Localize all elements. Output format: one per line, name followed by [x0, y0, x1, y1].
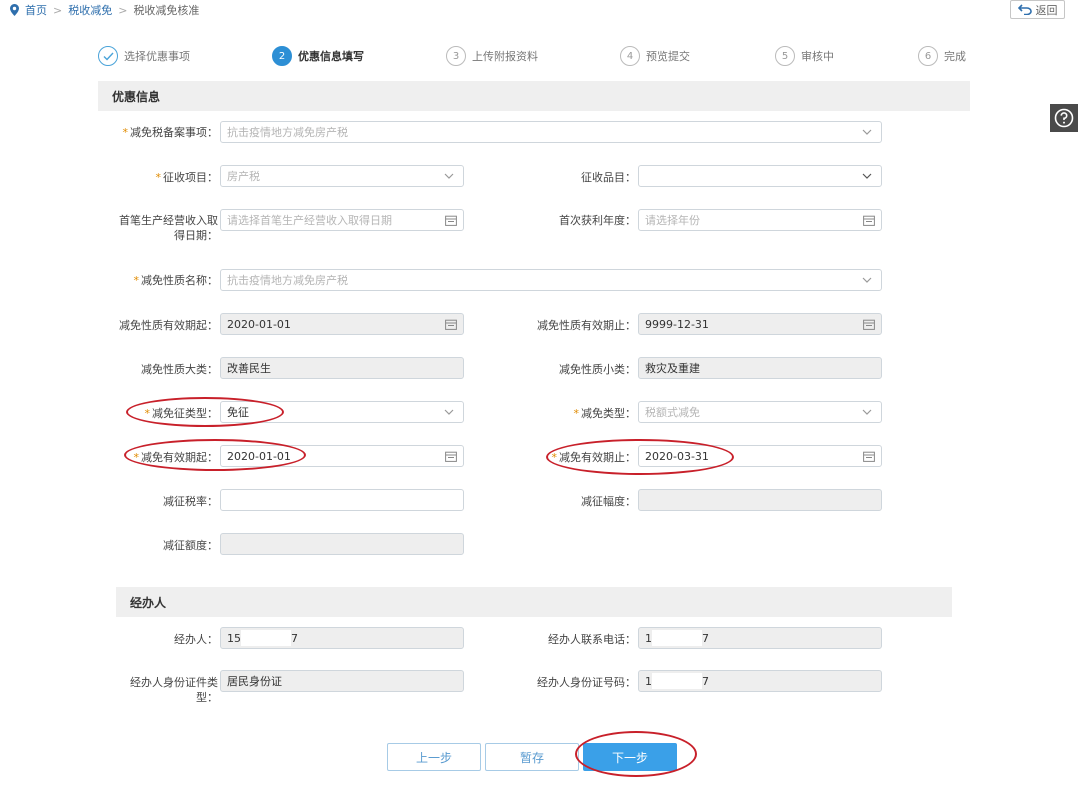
step-label: 选择优惠事项: [124, 50, 190, 63]
step-select-item: 选择优惠事项: [98, 46, 190, 66]
prev-step-button[interactable]: 上一步: [387, 743, 481, 771]
handler-label: 经办人：: [174, 633, 218, 646]
calendar-icon: [445, 215, 457, 226]
step-number: 6: [918, 46, 938, 66]
handler-phone-label: 经办人联系电话：: [548, 633, 636, 646]
calendar-icon: [863, 215, 875, 226]
breadcrumb: 首页 > 税收减免 > 税收减免核准: [10, 2, 199, 18]
step-label: 上传附报资料: [472, 50, 538, 63]
cert-type-label: * 减免征类型：: [144, 407, 219, 420]
step-number: 4: [620, 46, 640, 66]
step-check-icon: [98, 46, 118, 66]
nature-major-field: 改善民生: [220, 357, 464, 379]
calendar-icon: [863, 319, 875, 330]
next-step-button[interactable]: 下一步: [583, 743, 677, 771]
progress-steps: 选择优惠事项 2 优惠信息填写 3 上传附报资料 4 预览提交 5 审核中 6 …: [0, 46, 1080, 70]
question-icon: [1054, 108, 1074, 128]
chevron-down-icon: [862, 409, 872, 415]
help-button[interactable]: [1050, 104, 1078, 132]
chevron-down-icon: [862, 173, 872, 179]
breadcrumb-separator: >: [53, 3, 63, 17]
step-label: 完成: [944, 50, 966, 63]
levy-project-label: * 征收项目：: [155, 171, 219, 184]
redacted-block: [652, 630, 702, 646]
nature-end-label: 减免性质有效期止：: [537, 319, 636, 332]
tax-rate-label: 减征税率：: [163, 495, 218, 508]
chevron-down-icon: [444, 409, 454, 415]
nature-name-label: * 减免性质名称：: [133, 274, 219, 287]
step-number: 3: [446, 46, 466, 66]
calendar-icon: [445, 451, 457, 462]
save-draft-button[interactable]: 暂存: [485, 743, 579, 771]
redacted-block: [652, 673, 702, 689]
nature-end-field: 9999-12-31: [638, 313, 882, 335]
chevron-down-icon: [444, 173, 454, 179]
nature-start-label: 减免性质有效期起：: [119, 319, 218, 332]
chevron-down-icon: [862, 277, 872, 283]
step-preview: 4 预览提交: [620, 46, 690, 66]
section-header-handler: 经办人: [116, 587, 952, 617]
range-label: 减征幅度：: [581, 495, 636, 508]
breadcrumb-separator: >: [118, 3, 128, 17]
amount-field: [220, 533, 464, 555]
step-label: 预览提交: [646, 50, 690, 63]
amount-label: 减征额度：: [163, 539, 218, 552]
id-number-field: 17: [638, 670, 882, 692]
location-pin-icon: [10, 4, 19, 16]
step-complete: 6 完成: [918, 46, 966, 66]
levy-item-label: 征收品目：: [581, 171, 636, 184]
required-mark: *: [122, 126, 129, 139]
filing-item-label: * 减免税备案事项：: [122, 126, 219, 139]
step-label: 审核中: [801, 50, 834, 63]
levy-item-select[interactable]: [638, 165, 882, 187]
valid-end-label: * 减免有效期止：: [551, 451, 637, 464]
breadcrumb-home[interactable]: 首页: [25, 2, 47, 18]
chevron-down-icon: [862, 129, 872, 135]
valid-end-date-picker[interactable]: 2020-03-31: [638, 445, 882, 467]
tax-rate-input[interactable]: [220, 489, 464, 511]
step-label: 优惠信息填写: [298, 50, 364, 63]
valid-start-label: * 减免有效期起：: [133, 451, 219, 464]
return-arrow-icon: [1017, 4, 1032, 15]
step-number: 5: [775, 46, 795, 66]
step-number: 2: [272, 46, 292, 66]
levy-project-select[interactable]: 房产税: [220, 165, 464, 187]
breadcrumb-current: 税收减免核准: [133, 4, 200, 17]
first-income-date-label: 首笔生产经营收入取得日期：: [119, 214, 218, 242]
section-header-discount-info: 优惠信息: [98, 81, 970, 111]
redacted-block: [241, 630, 291, 646]
id-number-label: 经办人身份证号码：: [537, 676, 636, 689]
cert-type-select[interactable]: 免征: [220, 401, 464, 423]
range-field: [638, 489, 882, 511]
id-type-field: 居民身份证: [220, 670, 464, 692]
nature-start-field: 2020-01-01: [220, 313, 464, 335]
first-profit-year-label: 首次获利年度：: [559, 214, 636, 227]
relief-type-label: * 减免类型：: [573, 407, 637, 420]
first-profit-year-picker[interactable]: 请选择年份: [638, 209, 882, 231]
step-review: 5 审核中: [775, 46, 834, 66]
breadcrumb-tax-relief[interactable]: 税收减免: [68, 2, 112, 18]
step-upload: 3 上传附报资料: [446, 46, 538, 66]
nature-minor-field: 救灾及重建: [638, 357, 882, 379]
back-button-label: 返回: [1035, 3, 1058, 17]
id-type-label: 经办人身份证件类型：: [130, 676, 218, 704]
handler-phone-field: 17: [638, 627, 882, 649]
nature-minor-label: 减免性质小类：: [559, 363, 636, 376]
first-income-date-picker[interactable]: 请选择首笔生产经营收入取得日期: [220, 209, 464, 231]
back-button[interactable]: 返回: [1010, 0, 1065, 19]
handler-field: 15 7: [220, 627, 464, 649]
filing-item-select[interactable]: 抗击疫情地方减免房产税: [220, 121, 882, 143]
calendar-icon: [863, 451, 875, 462]
nature-name-select[interactable]: 抗击疫情地方减免房产税: [220, 269, 882, 291]
valid-start-date-picker[interactable]: 2020-01-01: [220, 445, 464, 467]
calendar-icon: [445, 319, 457, 330]
nature-major-label: 减免性质大类：: [141, 363, 218, 376]
relief-type-select[interactable]: 税额式减免: [638, 401, 882, 423]
step-fill-info: 2 优惠信息填写: [272, 46, 364, 66]
